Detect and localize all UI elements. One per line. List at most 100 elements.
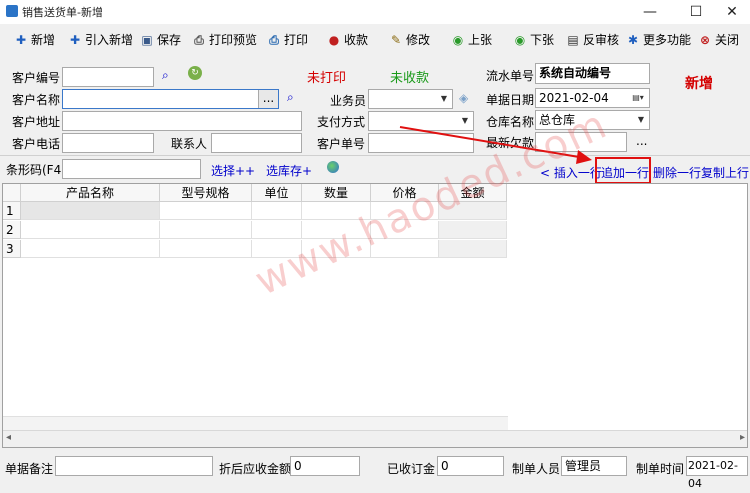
grid-cell[interactable]: [252, 221, 302, 239]
eraser-icon[interactable]: ◈: [459, 91, 468, 105]
window-close-button[interactable]: ✕: [712, 0, 750, 24]
grid-cell[interactable]: [160, 221, 252, 239]
divider: [0, 155, 750, 156]
product-grid[interactable]: 产品名称 型号规格 单位 数量 价格 金额 1 2 3 ◂ ▸: [2, 183, 748, 448]
column-header[interactable]: 产品名称: [21, 184, 160, 202]
customer-address-field[interactable]: [62, 111, 302, 131]
contact-field[interactable]: [211, 133, 302, 153]
grid-cell[interactable]: [252, 202, 302, 220]
time-label: 制单时间: [636, 462, 685, 476]
customer-name-label: 客户名称: [12, 93, 61, 107]
mode-label: 新增: [685, 76, 713, 92]
column-header[interactable]: 金额: [439, 184, 507, 202]
grid-cell[interactable]: [302, 202, 371, 220]
customer-code-label: 客户编号: [12, 71, 61, 85]
horizontal-scrollbar[interactable]: ◂ ▸: [3, 430, 747, 447]
grid-cell[interactable]: [21, 202, 160, 220]
edit-icon: ✎: [390, 33, 402, 47]
toolbar-button-7[interactable]: ◉ 上张: [451, 28, 492, 52]
app-icon: [6, 5, 18, 17]
grid-cell[interactable]: [21, 221, 160, 239]
debt-more-button[interactable]: ...: [636, 134, 647, 148]
barcode-input[interactable]: [62, 159, 201, 179]
toolbar-button-5[interactable]: ● 收款: [327, 28, 368, 52]
grid-cell[interactable]: [302, 240, 371, 258]
grid-summary-row: [3, 416, 508, 430]
print-icon: ⎙: [269, 33, 279, 47]
remark-field[interactable]: [55, 456, 213, 476]
toolbar: ✚ 新增 ✚ 引入新增 ▣ 保存 ⎙ 打印预览 ⎙ 打印 ● 收款 ✎ 修改 ◉ 上张 ◉ 下张 ▤ 反审核 ✱ 更多功能…: [0, 28, 750, 52]
row-number: 2: [3, 221, 21, 239]
grid-cell[interactable]: [439, 240, 507, 258]
column-header[interactable]: 单位: [252, 184, 302, 202]
customer-phone-field[interactable]: [62, 133, 154, 153]
append-row-highlight: [595, 157, 651, 184]
date-field[interactable]: 2021-02-04 ▤▾: [535, 88, 650, 108]
plus-icon: ✚: [69, 33, 81, 47]
discount-field[interactable]: 0: [290, 456, 360, 476]
toolbar-button-8[interactable]: ◉ 下张: [513, 28, 554, 52]
time-field: 2021-02-04: [686, 456, 748, 490]
chevron-down-icon: ▼: [637, 115, 645, 124]
scroll-right-icon[interactable]: ▸: [740, 432, 745, 443]
grid-cell[interactable]: [371, 202, 439, 220]
grid-cell[interactable]: [160, 240, 252, 258]
column-header[interactable]: 数量: [302, 184, 371, 202]
toolbar-button-9[interactable]: ▤ 反审核: [566, 28, 619, 52]
plus-icon: ✚: [15, 33, 27, 47]
next-icon: ◉: [514, 33, 526, 47]
select-stock-link[interactable]: 选库存+: [266, 162, 312, 179]
scroll-left-icon[interactable]: ◂: [6, 432, 11, 443]
grid-cell[interactable]: [302, 221, 371, 239]
maker-field: 管理员: [561, 456, 627, 476]
grid-cell[interactable]: [371, 240, 439, 258]
column-header[interactable]: 型号规格: [160, 184, 252, 202]
toolbar-button-2[interactable]: ▣ 保存: [140, 28, 181, 52]
globe-icon[interactable]: [327, 161, 339, 173]
salesperson-label: 业务员: [330, 94, 367, 108]
toolbar-button-label: 关闭: [715, 33, 740, 47]
select-link[interactable]: 选择++: [211, 162, 255, 179]
toolbar-button-label: 打印预览: [209, 33, 258, 47]
received-field[interactable]: 0: [437, 456, 504, 476]
toolbar-button-6[interactable]: ✎ 修改: [389, 28, 430, 52]
column-header[interactable]: 价格: [371, 184, 439, 202]
copy-row-link[interactable]: 复制上行: [701, 164, 749, 181]
maximize-button[interactable]: ☐: [676, 0, 716, 24]
toolbar-button-4[interactable]: ⎙ 打印: [267, 28, 308, 52]
toolbar-button-10[interactable]: ✱ 更多功能: [626, 28, 691, 52]
grid-cell[interactable]: [439, 202, 507, 220]
search-icon[interactable]: ⌕: [162, 68, 169, 83]
toolbar-button-1[interactable]: ✚ 引入新增: [68, 28, 133, 52]
grid-cell[interactable]: [252, 240, 302, 258]
toolbar-button-label: 上张: [468, 33, 493, 47]
toolbar-button-11[interactable]: ⊗ 关闭: [698, 28, 739, 52]
close-icon: ⊗: [699, 33, 711, 47]
print-preview-icon: ⎙: [194, 33, 204, 47]
grid-cell[interactable]: [439, 221, 507, 239]
minimize-button[interactable]: —: [630, 0, 670, 24]
customer-address-label: 客户地址: [12, 115, 61, 129]
refresh-icon[interactable]: ↻: [188, 66, 202, 80]
previous-icon: ◉: [452, 33, 464, 47]
salesperson-select[interactable]: ▼: [368, 89, 453, 109]
grid-cell[interactable]: [21, 240, 160, 258]
search-icon[interactable]: ⌕: [287, 90, 294, 105]
customer-code-field[interactable]: [62, 67, 154, 87]
customer-name-field[interactable]: ...: [62, 89, 279, 109]
date-label: 单据日期: [486, 93, 535, 107]
grid-cell[interactable]: [160, 202, 252, 220]
discount-label: 折后应收金额: [219, 462, 292, 476]
toolbar-button-0[interactable]: ✚ 新增: [14, 28, 55, 52]
grid-cell[interactable]: [371, 221, 439, 239]
delete-row-link[interactable]: 删除一行: [653, 164, 701, 181]
customer-order-label: 客户单号: [317, 137, 366, 151]
toolbar-button-label: 反审核: [583, 33, 620, 47]
toolbar-button-label: 更多功能: [643, 33, 692, 47]
toolbar-button-label: 新增: [31, 33, 56, 47]
window-title: 销售送货单-新增: [22, 6, 103, 19]
toolbar-button-3[interactable]: ⎙ 打印预览: [192, 28, 257, 52]
row-number: 1: [3, 202, 21, 220]
calendar-icon[interactable]: ▤▾: [627, 89, 649, 107]
browse-button[interactable]: ...: [258, 90, 278, 108]
